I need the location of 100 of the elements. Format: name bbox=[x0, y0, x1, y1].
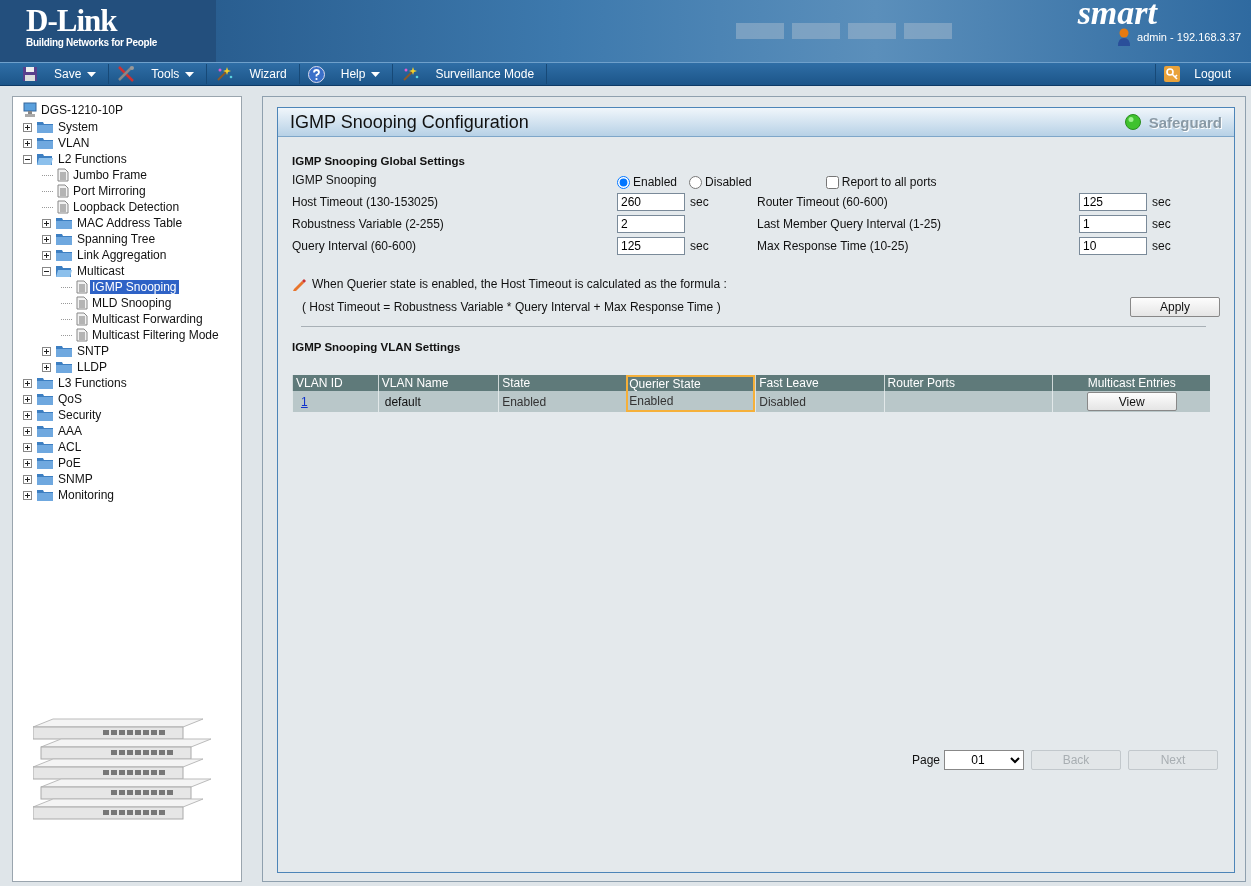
tree-item[interactable]: L3 Functions bbox=[56, 376, 129, 390]
field-label: Last Member Query Interval (1-25) bbox=[757, 217, 943, 231]
expander-icon[interactable] bbox=[23, 426, 32, 436]
unit-label: sec bbox=[1151, 217, 1172, 231]
radio-label: Disabled bbox=[705, 175, 752, 189]
expander-icon[interactable] bbox=[23, 394, 32, 404]
apply-button[interactable]: Apply bbox=[1130, 297, 1220, 317]
user-icon bbox=[1117, 28, 1132, 46]
table-cell: Enabled bbox=[498, 391, 627, 412]
tree-item[interactable]: Multicast bbox=[75, 264, 127, 278]
menu-item[interactable]: Save bbox=[20, 64, 110, 84]
expander-icon[interactable] bbox=[42, 250, 51, 260]
expander-icon[interactable] bbox=[23, 122, 32, 132]
status-light-icon bbox=[1124, 114, 1141, 130]
expander-icon[interactable] bbox=[42, 266, 51, 276]
vlan-link[interactable]: 1 bbox=[301, 394, 308, 409]
wizard-icon bbox=[215, 66, 234, 82]
tree-item[interactable]: L2 Functions bbox=[56, 152, 129, 166]
tree-item[interactable]: Security bbox=[56, 408, 104, 422]
tree-item[interactable]: SNTP bbox=[75, 344, 111, 358]
tree-item[interactable]: Spanning Tree bbox=[75, 232, 158, 246]
folder-icon bbox=[36, 488, 54, 502]
tree-item[interactable]: System bbox=[56, 120, 100, 134]
field-label: Max Response Time (10-25) bbox=[757, 239, 910, 253]
page-icon bbox=[76, 312, 88, 326]
tree-item[interactable]: QoS bbox=[56, 392, 84, 406]
brand-tagline: Building Networks for People bbox=[26, 37, 159, 48]
folder-icon bbox=[55, 264, 73, 278]
menu-item[interactable]: Help bbox=[305, 64, 394, 84]
column-header: State bbox=[498, 375, 627, 391]
expander-icon[interactable] bbox=[23, 442, 32, 452]
input-field[interactable]: 125 bbox=[1079, 193, 1147, 211]
tree-item[interactable]: Jumbo Frame bbox=[71, 168, 150, 182]
expander-icon[interactable] bbox=[23, 138, 32, 148]
folder-icon bbox=[55, 248, 73, 262]
product-logo: smart bbox=[1077, 0, 1157, 30]
expander-icon[interactable] bbox=[23, 490, 32, 500]
column-header: VLAN Name bbox=[377, 375, 499, 391]
column-header: Multicast Entries bbox=[1052, 375, 1210, 391]
radio-button[interactable] bbox=[689, 175, 703, 189]
input-field[interactable]: 1 bbox=[1079, 215, 1147, 233]
user-address: admin - 192.168.3.37 bbox=[1137, 31, 1241, 43]
expander-icon[interactable] bbox=[23, 410, 32, 420]
input-field[interactable]: 2 bbox=[617, 215, 685, 233]
tree-item[interactable]: SNMP bbox=[56, 472, 95, 486]
tree-item[interactable]: Link Aggregation bbox=[75, 248, 169, 262]
folder-icon bbox=[55, 216, 73, 230]
folder-icon bbox=[36, 120, 54, 134]
pencil-icon bbox=[292, 277, 306, 291]
tree-item[interactable]: LLDP bbox=[75, 360, 110, 374]
radio-button[interactable] bbox=[617, 175, 630, 189]
logout-button[interactable]: Logout bbox=[1155, 64, 1251, 84]
tree-item[interactable]: Monitoring bbox=[56, 488, 117, 502]
tree-item[interactable]: Port Mirroring bbox=[71, 184, 148, 198]
tree-item[interactable]: AAA bbox=[56, 424, 84, 438]
tree-item[interactable]: MAC Address Table bbox=[75, 216, 185, 230]
expander-icon[interactable] bbox=[42, 362, 51, 372]
field-label: Query Interval (60-600) bbox=[292, 239, 418, 253]
tree-item[interactable]: MLD Snooping bbox=[90, 296, 174, 310]
page-icon bbox=[76, 296, 88, 310]
menu-item[interactable]: Tools bbox=[115, 64, 208, 84]
expander-icon[interactable] bbox=[23, 154, 32, 164]
tree-item[interactable]: ACL bbox=[56, 440, 84, 454]
menu-item[interactable]: Surveillance Mode bbox=[399, 64, 548, 84]
expander-icon[interactable] bbox=[23, 458, 32, 468]
page-select[interactable]: 01 bbox=[944, 750, 1024, 770]
view-button[interactable]: View bbox=[1086, 392, 1177, 411]
page-label: Page bbox=[911, 753, 940, 767]
unit-label: sec bbox=[1151, 195, 1172, 209]
section-heading: IGMP Snooping Global Settings bbox=[292, 155, 466, 167]
expander-icon[interactable] bbox=[42, 218, 51, 228]
expander-icon[interactable] bbox=[42, 234, 51, 244]
expander-icon[interactable] bbox=[23, 474, 32, 484]
folder-icon bbox=[36, 456, 54, 470]
wizard-icon bbox=[401, 66, 420, 82]
folder-icon bbox=[36, 136, 54, 150]
expander-icon[interactable] bbox=[23, 378, 32, 388]
folder-icon bbox=[36, 472, 54, 486]
input-field[interactable]: 260 bbox=[617, 193, 685, 211]
unit-label: sec bbox=[1151, 239, 1172, 253]
input-field[interactable]: 10 bbox=[1079, 237, 1147, 255]
tree-item[interactable]: PoE bbox=[56, 456, 83, 470]
menu-item[interactable]: Wizard bbox=[213, 64, 300, 84]
tree-root[interactable]: DGS-1210-10P bbox=[41, 103, 124, 117]
column-header: Fast Leave bbox=[755, 375, 884, 391]
input-field[interactable]: 125 bbox=[617, 237, 685, 255]
tree-item[interactable]: Multicast Filtering Mode bbox=[90, 328, 221, 342]
folder-icon bbox=[55, 360, 73, 374]
tree-item[interactable]: Loopback Detection bbox=[71, 200, 182, 214]
field-label: Host Timeout (130-153025) bbox=[292, 195, 440, 209]
column-header: VLAN ID bbox=[292, 375, 378, 391]
tree-item[interactable]: IGMP Snooping bbox=[90, 280, 179, 294]
table-cell: Disabled bbox=[755, 391, 884, 412]
tree-item[interactable]: Multicast Forwarding bbox=[90, 312, 205, 326]
page-icon bbox=[57, 168, 69, 182]
column-header: Router Ports bbox=[883, 375, 1053, 391]
radio-label: Enabled bbox=[633, 175, 678, 189]
expander-icon[interactable] bbox=[42, 346, 51, 356]
tree-item[interactable]: VLAN bbox=[56, 136, 92, 150]
checkbox[interactable] bbox=[825, 175, 839, 189]
